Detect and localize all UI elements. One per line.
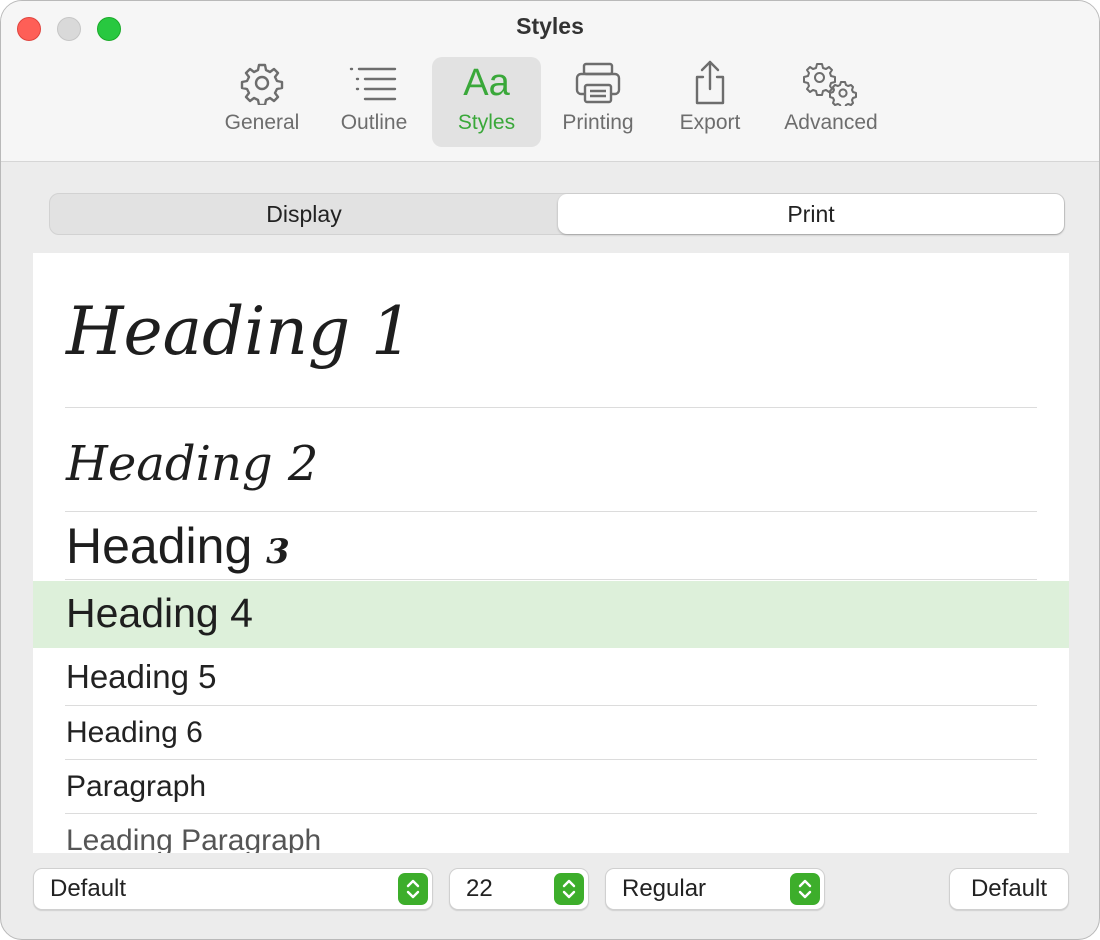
row-divider	[65, 579, 1037, 580]
styles-list: Heading 1 Heading 2 Heading 3 Heading 4 …	[33, 253, 1069, 853]
toolbar-export-label: Export	[679, 111, 741, 134]
toolbar-advanced[interactable]: Advanced	[773, 57, 889, 147]
style-row-label: Heading 5	[66, 658, 217, 695]
style-row-heading-4[interactable]: Heading 4	[33, 581, 1069, 648]
toolbar-general[interactable]: General	[215, 57, 309, 147]
style-row-heading-5[interactable]: Heading 5	[33, 648, 1069, 706]
toolbar-printing[interactable]: Printing	[555, 57, 641, 147]
style-row-label: Heading 6	[66, 716, 203, 749]
gear-icon	[240, 57, 284, 109]
aa-icon: Aa	[463, 62, 510, 104]
style-row-heading-2[interactable]: Heading 2	[33, 408, 1069, 512]
segment-print[interactable]: Print	[558, 194, 1064, 234]
toolbar-outline-label: Outline	[340, 111, 408, 134]
style-row-heading-3[interactable]: Heading 3	[33, 512, 1069, 580]
toolbar-export[interactable]: Export	[666, 57, 754, 147]
printer-icon	[574, 57, 622, 109]
style-row-leading-paragraph[interactable]: Leading Paragraph	[33, 814, 1069, 853]
window-title: Styles	[516, 13, 584, 39]
style-row-label: Paragraph	[66, 770, 207, 803]
style-row-label: Heading 2	[66, 436, 319, 492]
font-weight-popup[interactable]: Regular	[605, 868, 825, 910]
chevron-up-down-icon	[398, 873, 428, 905]
toolbar-printing-label: Printing	[562, 111, 634, 134]
toolbar-general-label: General	[224, 111, 300, 134]
list-icon	[347, 57, 401, 109]
default-button[interactable]: Default	[949, 868, 1069, 910]
font-size-popup[interactable]: 22	[449, 868, 589, 910]
style-row-label: Leading Paragraph	[66, 824, 322, 853]
share-icon	[690, 57, 730, 109]
style-row-heading-1[interactable]: Heading 1	[33, 253, 1069, 408]
preferences-window: Styles General Outline Aa Styles Printin…	[0, 0, 1100, 940]
toolbar-styles-label: Styles	[457, 111, 516, 134]
display-print-segmented-control: Display Print	[49, 193, 1065, 235]
font-family-popup[interactable]: Default	[33, 868, 433, 910]
chevron-up-down-icon	[790, 873, 820, 905]
chevron-up-down-icon	[554, 873, 584, 905]
gears-icon	[803, 57, 859, 109]
style-row-heading-6[interactable]: Heading 6	[33, 706, 1069, 760]
style-row-label: Heading 4	[66, 590, 253, 636]
style-row-label: Heading 1	[66, 293, 414, 370]
style-row-label: Heading 3	[66, 517, 290, 575]
font-family-value: Default	[50, 875, 127, 902]
font-weight-value: Regular	[622, 875, 707, 902]
style-row-paragraph[interactable]: Paragraph	[33, 760, 1069, 814]
style-row-label-suffix: 3	[266, 532, 290, 572]
toolbar-styles[interactable]: Aa Styles	[432, 57, 541, 147]
toolbar-advanced-label: Advanced	[784, 111, 878, 134]
toolbar-outline[interactable]: Outline	[331, 57, 417, 147]
style-row-label-main: Heading	[66, 518, 253, 574]
title-bar: Styles General Outline Aa Styles Printin…	[1, 1, 1099, 162]
segment-display[interactable]: Display	[50, 194, 558, 234]
font-size-value: 22	[466, 875, 493, 902]
